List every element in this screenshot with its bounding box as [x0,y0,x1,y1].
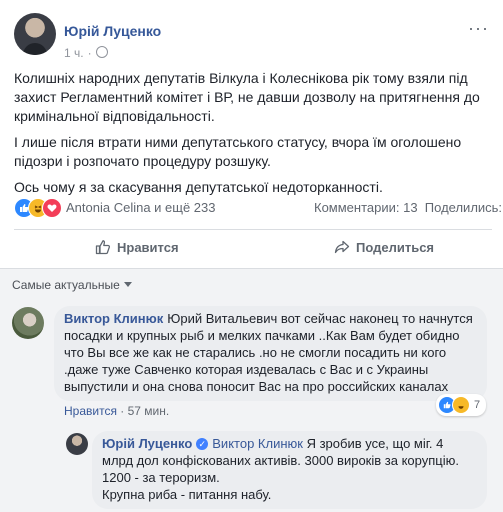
post-paragraph: І лише після втрати ними депутатського с… [14,134,462,169]
share-button[interactable]: Поделиться [334,239,434,255]
reply-author-name[interactable]: Юрій Луценко [102,436,192,451]
comment-tools: Нравится · 57 мин. [64,404,170,418]
reply-text-line: Крупна риба - питання набу. [102,487,272,502]
post-meta: 1 ч. · [64,45,108,60]
comment-reactions[interactable]: 7 [436,394,487,416]
sort-label: Самые актуальные [12,278,120,292]
commenter-avatar[interactable] [12,307,44,339]
post-paragraph: Колишніх народних депутатів Вілкула і Ко… [14,70,480,124]
reaction-names[interactable]: Antonia Celina и ещё 233 [66,200,216,215]
comment-sort-dropdown[interactable]: Самые актуальные [12,278,132,292]
divider [14,229,492,230]
comments-section: Самые актуальные Виктор Клинюк Юрий Витал… [0,268,503,512]
reactions-bar: Antonia Celina и ещё 233 Комментарии: 13… [14,198,503,220]
globe-icon [95,46,108,58]
chevron-down-icon [123,282,132,287]
comment-reaction-count: 7 [474,399,481,411]
like-button[interactable]: Нравится [95,239,179,255]
comment-like-link[interactable]: Нравится [64,404,117,418]
like-label: Нравится [117,239,179,255]
reply-mention[interactable]: Виктор Клинюк [212,436,303,451]
author-name[interactable]: Юрій Луценко [64,23,161,39]
shares-count[interactable]: Поделились: 14 [425,200,503,215]
comment-time[interactable]: 57 мин. [128,404,170,418]
post-menu-icon[interactable]: ··· [468,18,489,39]
post-counts: Комментарии: 13 Поделились: 14 [314,200,503,215]
love-reaction-icon [42,198,62,218]
author-avatar[interactable] [14,13,56,55]
haha-reaction-icon [452,396,470,414]
post-time[interactable]: 1 ч. [64,46,84,60]
post-card: Юрій Луценко 1 ч. · ··· Колишніх народних… [0,0,503,512]
post-paragraph: Ось чому я за скасування депутатської не… [14,179,383,195]
thumbs-up-icon [95,239,111,255]
share-label: Поделиться [356,239,435,255]
comment-bubble: Виктор Клинюк Юрий Витальевич вот сейчас … [54,306,487,401]
comments-count[interactable]: Комментарии: 13 [314,200,418,215]
reply-bubble: Юрій Луценко ✓ Виктор Клинюк Я зробив усе,… [92,431,487,509]
verified-badge-icon: ✓ [196,438,209,450]
post-actions: Нравится Поделиться [0,234,503,264]
post-text: Колишніх народних депутатів Вілкула і Ко… [14,69,494,204]
reply-author-avatar[interactable] [66,433,88,455]
share-arrow-icon [334,239,350,255]
commenter-name[interactable]: Виктор Клинюк [64,311,163,326]
